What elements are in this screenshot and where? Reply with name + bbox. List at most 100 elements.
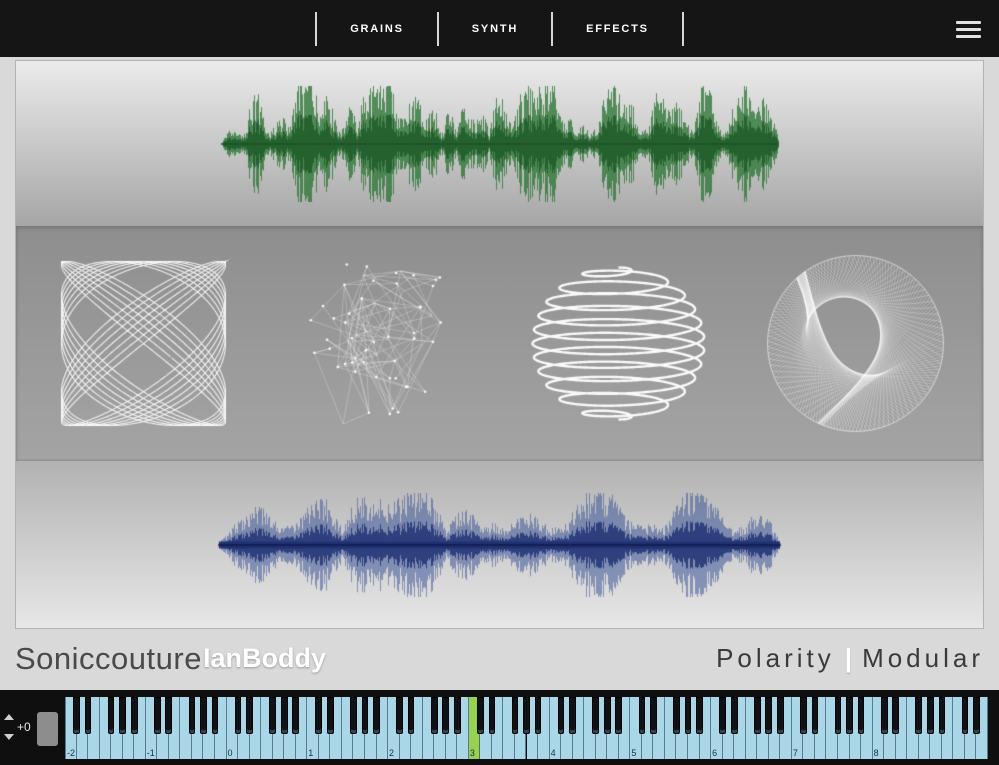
piano-keyboard: -2 -1 0 1 2 3 4 5 6 7 8 xyxy=(65,697,988,759)
octave-label: -1 xyxy=(147,748,155,758)
piano-key-black[interactable] xyxy=(800,697,807,734)
product-separator: | xyxy=(845,643,852,674)
piano-key-black[interactable] xyxy=(973,697,980,734)
piano-key-black[interactable] xyxy=(119,697,126,734)
piano-key-black[interactable] xyxy=(558,697,565,734)
keyboard-options-box[interactable] xyxy=(37,712,58,746)
transpose-down-icon[interactable] xyxy=(4,734,14,740)
piano-key-black[interactable] xyxy=(835,697,842,734)
piano-key-black[interactable] xyxy=(696,697,703,734)
artist-name: IanBoddy xyxy=(203,643,326,674)
piano-key-black[interactable] xyxy=(673,697,680,734)
piano-key-black[interactable] xyxy=(858,697,865,734)
piano-key-black[interactable] xyxy=(489,697,496,734)
piano-key-black[interactable] xyxy=(292,697,299,734)
octave-label: 7 xyxy=(793,748,798,758)
company-logo-text: Soniccouture xyxy=(15,641,202,677)
piano-key-black[interactable] xyxy=(373,697,380,734)
tab-effects[interactable]: EFFECTS xyxy=(551,12,684,46)
transpose-value[interactable]: +0 xyxy=(17,720,31,734)
menu-bar xyxy=(956,35,981,38)
piano-key-black[interactable] xyxy=(108,697,115,734)
piano-key-black[interactable] xyxy=(615,697,622,734)
page-tabs: GRAINS SYNTH EFFECTS xyxy=(315,12,684,46)
graphic-plexus xyxy=(283,246,478,441)
octave-label: 3 xyxy=(470,748,475,758)
hamburger-menu-icon[interactable] xyxy=(956,21,981,42)
piano-key-black[interactable] xyxy=(73,697,80,734)
piano-key-black[interactable] xyxy=(639,697,646,734)
piano-key-black[interactable] xyxy=(154,697,161,734)
piano-key-black[interactable] xyxy=(315,697,322,734)
product-edition: Modular xyxy=(862,643,984,674)
keyboard-left-controls: +0 xyxy=(0,690,65,765)
piano-key-black[interactable] xyxy=(685,697,692,734)
transpose-up-icon[interactable] xyxy=(4,714,14,720)
piano-key-black[interactable] xyxy=(604,697,611,734)
piano-key-black[interactable] xyxy=(477,697,484,734)
piano-key-black[interactable] xyxy=(350,697,357,734)
product-title: Polarity | Modular xyxy=(716,643,984,674)
piano-key-black[interactable] xyxy=(408,697,415,734)
piano-key-black[interactable] xyxy=(719,697,726,734)
piano-key-black[interactable] xyxy=(765,697,772,734)
octave-label: 6 xyxy=(712,748,717,758)
piano-key-black[interactable] xyxy=(939,697,946,734)
piano-key-black[interactable] xyxy=(754,697,761,734)
granular-waveform-section xyxy=(16,61,983,226)
graphic-sphere xyxy=(758,246,953,441)
octave-label: 0 xyxy=(228,748,233,758)
piano-key-black[interactable] xyxy=(189,697,196,734)
piano-key-black[interactable] xyxy=(927,697,934,734)
menu-bar xyxy=(956,21,981,24)
piano-key-black[interactable] xyxy=(396,697,403,734)
modulation-graphics-row xyxy=(16,226,983,461)
piano-key-black[interactable] xyxy=(650,697,657,734)
piano-key-black[interactable] xyxy=(731,697,738,734)
tab-synth[interactable]: SYNTH xyxy=(437,12,551,46)
piano-key-black[interactable] xyxy=(535,697,542,734)
piano-key-black[interactable] xyxy=(281,697,288,734)
piano-key-black[interactable] xyxy=(431,697,438,734)
octave-label: 2 xyxy=(389,748,394,758)
piano-key-black[interactable] xyxy=(592,697,599,734)
menu-bar xyxy=(956,28,981,31)
piano-key-black[interactable] xyxy=(200,697,207,734)
tab-grains[interactable]: GRAINS xyxy=(315,12,437,46)
piano-key-black[interactable] xyxy=(327,697,334,734)
piano-key-black[interactable] xyxy=(962,697,969,734)
graphic-coil xyxy=(521,246,716,441)
piano-key-black[interactable] xyxy=(846,697,853,734)
octave-label: -2 xyxy=(67,748,75,758)
octave-label: 1 xyxy=(308,748,313,758)
graphic-lissajous xyxy=(46,246,241,441)
piano-key-black[interactable] xyxy=(131,697,138,734)
bottom-waveform-display xyxy=(217,480,782,610)
piano-key-black[interactable] xyxy=(892,697,899,734)
piano-key-black[interactable] xyxy=(569,697,576,734)
piano-key-black[interactable] xyxy=(165,697,172,734)
main-panel xyxy=(15,60,984,629)
piano-key-black[interactable] xyxy=(269,697,276,734)
piano-key-black[interactable] xyxy=(235,697,242,734)
piano-key-black[interactable] xyxy=(523,697,530,734)
keyboard-strip: +0 -2 -1 0 1 2 3 4 5 6 7 8 xyxy=(0,690,999,765)
piano-key-black[interactable] xyxy=(812,697,819,734)
top-waveform-display xyxy=(220,69,780,219)
top-bar: GRAINS SYNTH EFFECTS xyxy=(0,0,999,57)
octave-label: 8 xyxy=(874,748,879,758)
footer: Soniccouture IanBoddy Polarity | Modular xyxy=(0,627,999,690)
piano-key-black[interactable] xyxy=(362,697,369,734)
piano-key-black[interactable] xyxy=(246,697,253,734)
piano-key-black[interactable] xyxy=(85,697,92,734)
piano-key-black[interactable] xyxy=(212,697,219,734)
sample-waveform-section xyxy=(16,461,983,628)
octave-label: 4 xyxy=(551,748,556,758)
piano-key-black[interactable] xyxy=(442,697,449,734)
piano-key-black[interactable] xyxy=(454,697,461,734)
octave-label: 5 xyxy=(631,748,636,758)
piano-key-black[interactable] xyxy=(915,697,922,734)
piano-key-black[interactable] xyxy=(881,697,888,734)
piano-key-black[interactable] xyxy=(777,697,784,734)
piano-key-black[interactable] xyxy=(512,697,519,734)
